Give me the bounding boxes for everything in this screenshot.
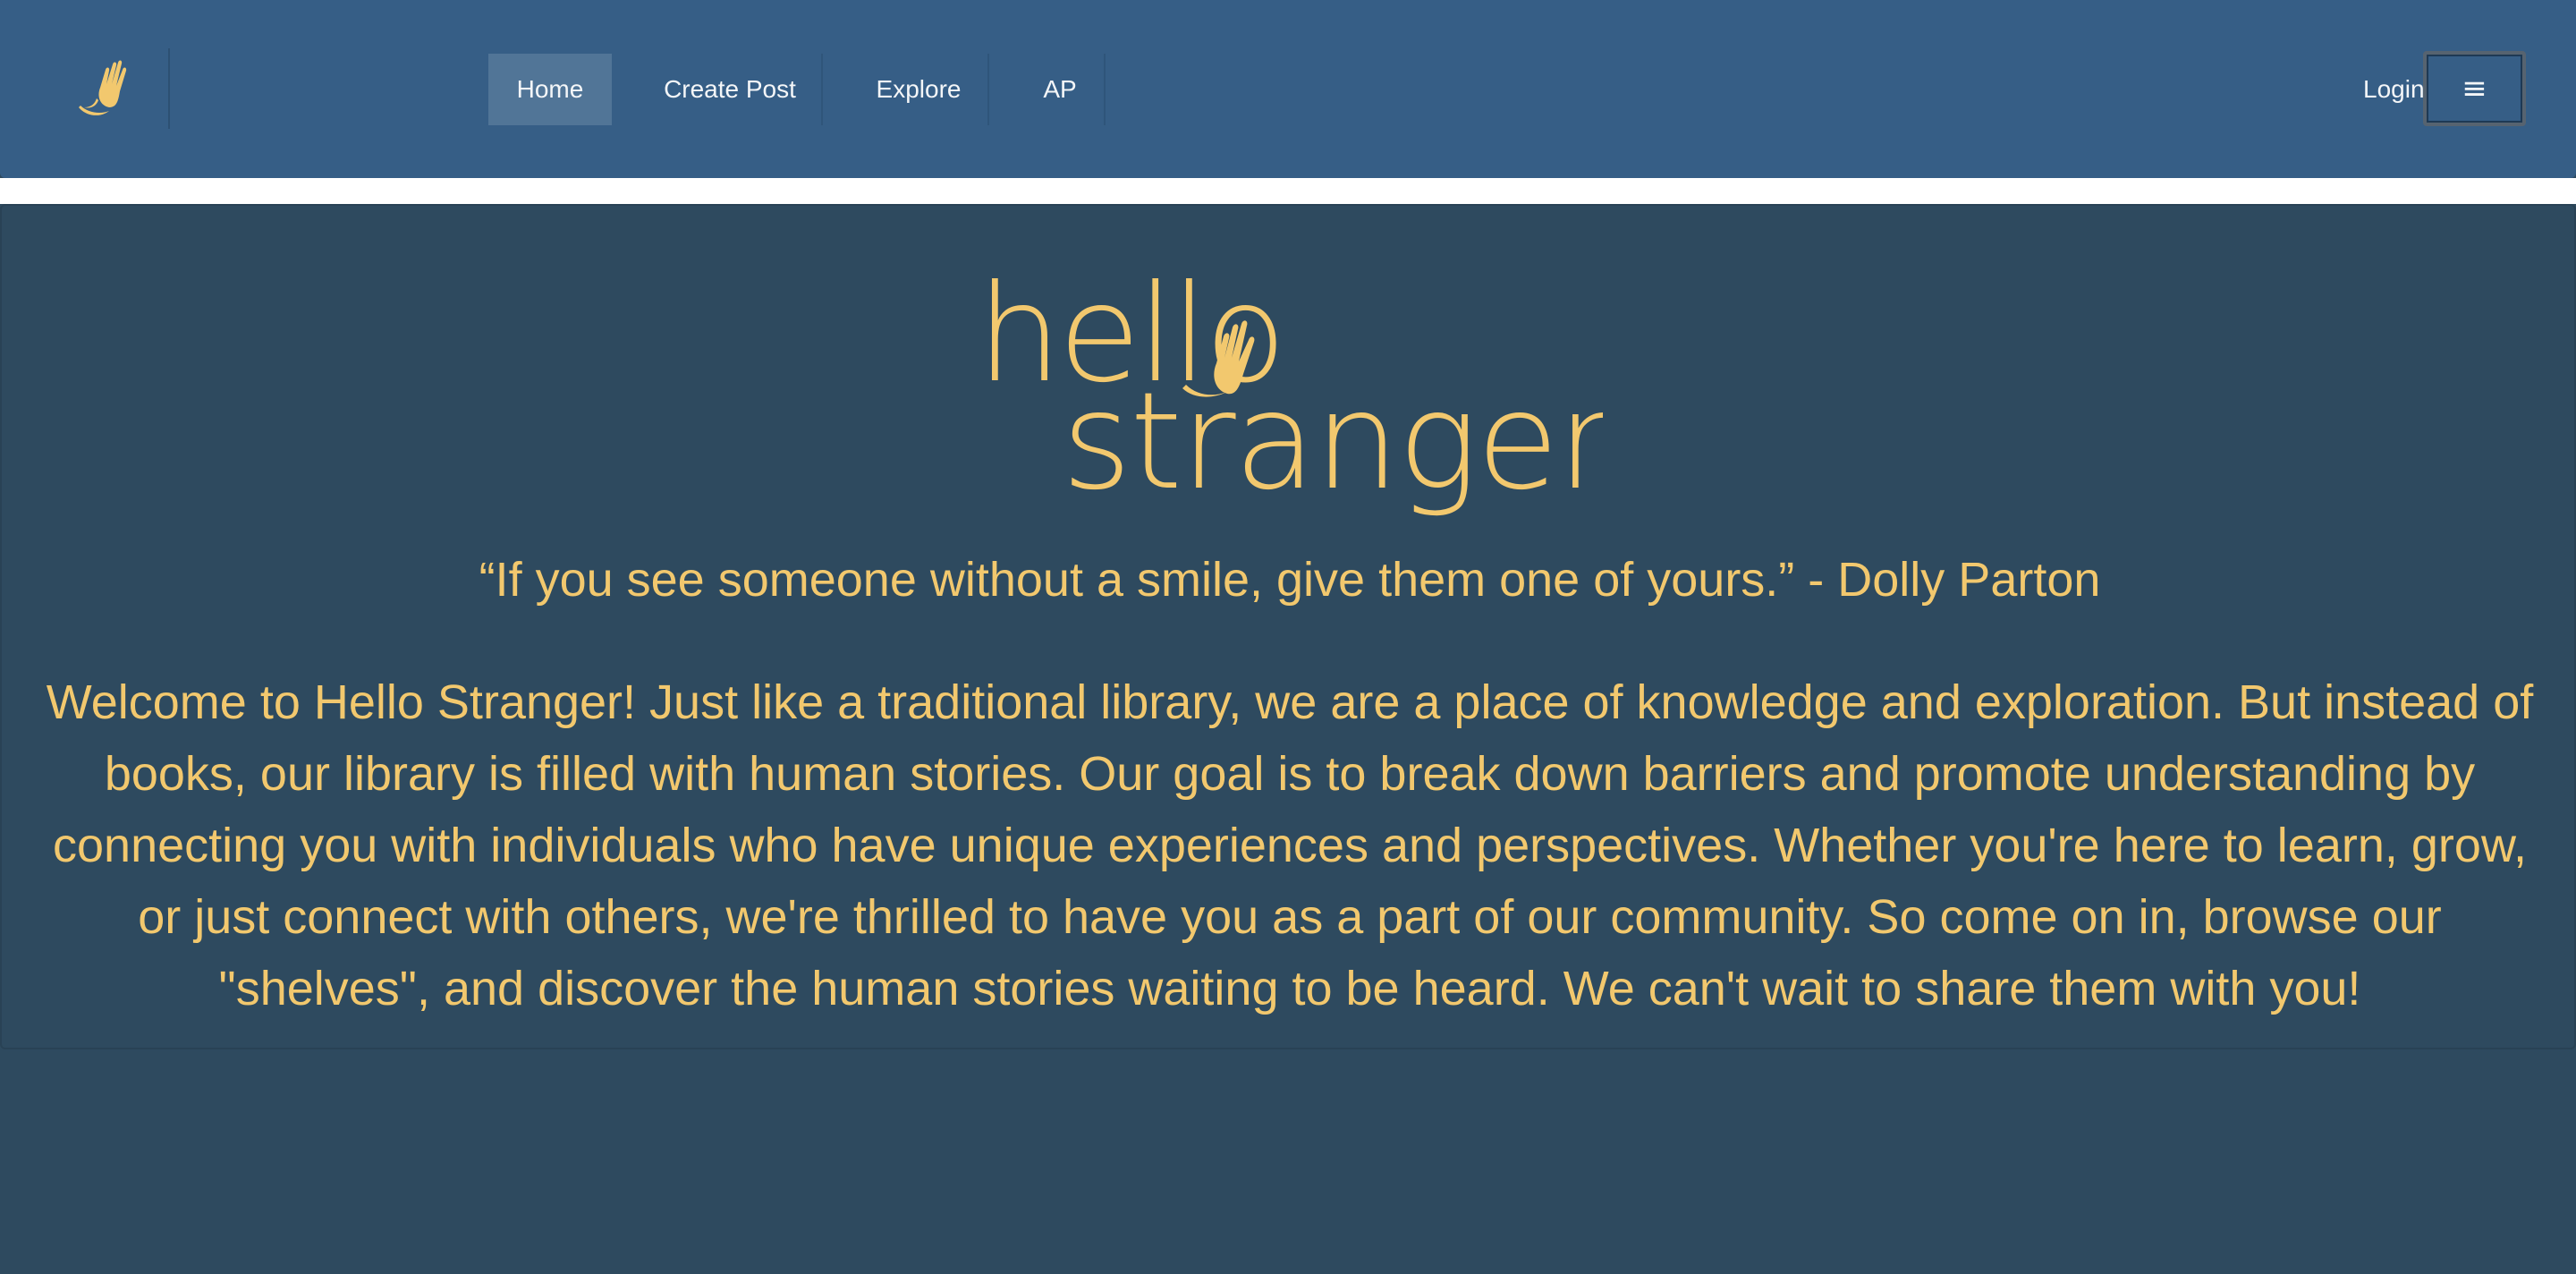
nav-explore[interactable]: Explore bbox=[850, 54, 987, 125]
nav-create-post[interactable]: Create Post bbox=[639, 54, 821, 125]
brand-divider bbox=[168, 48, 170, 129]
nav-home[interactable]: Home bbox=[488, 54, 612, 125]
menu-toggle-button[interactable]: ≡ bbox=[2423, 51, 2526, 126]
nav-separator bbox=[821, 54, 823, 125]
nav-separator bbox=[1104, 54, 1106, 125]
hello-stranger-logo: hello stranger bbox=[977, 268, 1603, 520]
logo-word-stranger: stranger bbox=[1062, 364, 1603, 520]
welcome-paragraph: Welcome to Hello Stranger! Just like a t… bbox=[46, 675, 2534, 1015]
login-link[interactable]: Login bbox=[2363, 75, 2425, 104]
top-navbar: Home Create Post Explore AP Login ≡ bbox=[0, 0, 2576, 178]
dolly-parton-quote: “If you see someone without a smile, giv… bbox=[479, 553, 2101, 607]
hamburger-menu-icon: ≡ bbox=[2462, 71, 2487, 106]
waving-hand-icon bbox=[79, 60, 127, 115]
hero-card: hello stranger “If you see someone witho… bbox=[0, 204, 2576, 1049]
nav-ap[interactable]: AP bbox=[1020, 54, 1100, 125]
navbar-gap bbox=[0, 178, 2576, 204]
brand-logo-link[interactable] bbox=[73, 52, 145, 123]
nav-separator bbox=[987, 54, 989, 125]
